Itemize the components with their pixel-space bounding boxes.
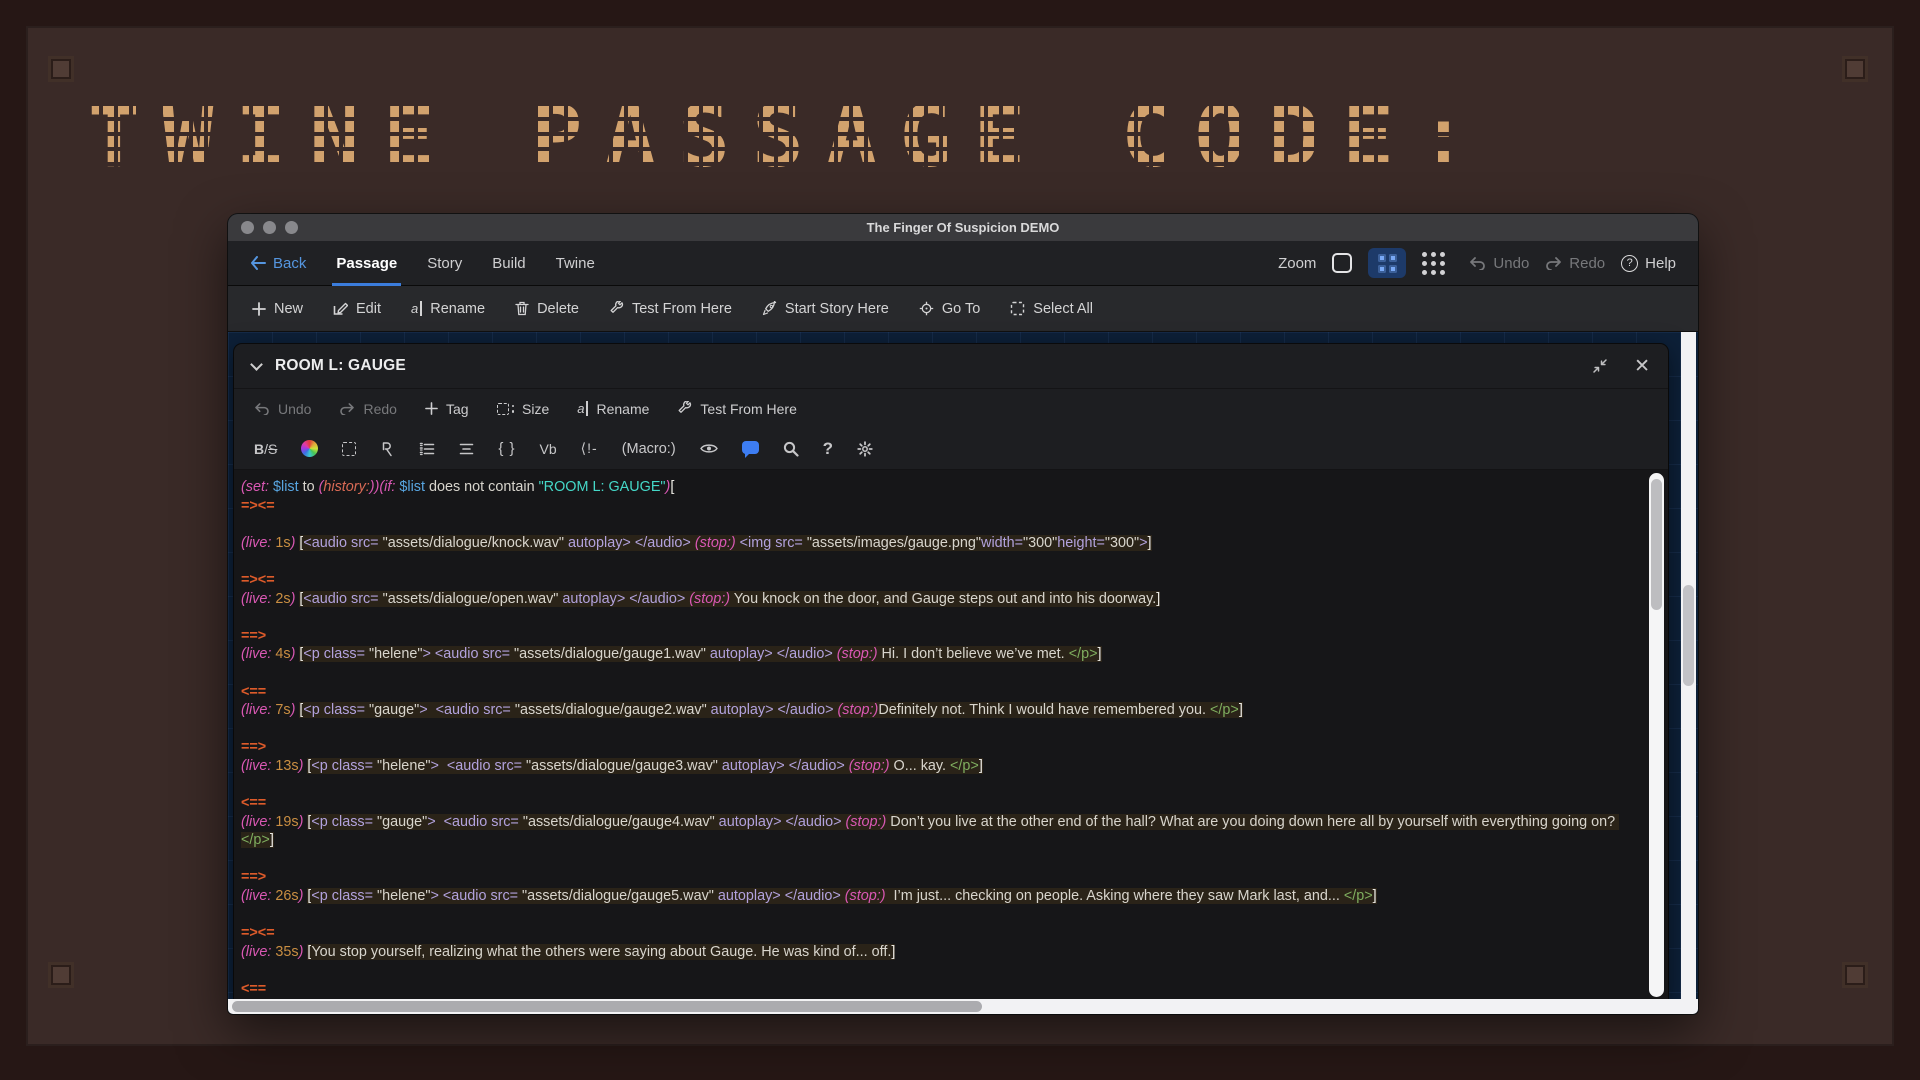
border-box-icon[interactable]: [342, 442, 356, 456]
undo-icon: [254, 403, 270, 415]
frame-ornament: [1842, 962, 1868, 988]
add-tag-button[interactable]: Tag: [425, 401, 469, 417]
passage-actions-toolbar: New Edit a Rename Delete Test From Here …: [228, 286, 1698, 332]
tab-build[interactable]: Build: [492, 241, 525, 286]
collapse-whitespace-button[interactable]: { }: [498, 440, 515, 457]
window-title: The Finger Of Suspicion DEMO: [228, 220, 1698, 235]
frame-ornament: [48, 962, 74, 988]
help-icon: ?: [1621, 255, 1638, 272]
tab-passage[interactable]: Passage: [336, 241, 397, 286]
story-map-background: ROOM L: GAUGE ✕ Undo Redo: [228, 332, 1698, 1014]
main-menubar: Back Passage Story Build Twine Zoom Undo: [228, 241, 1698, 286]
zoom-label: Zoom: [1278, 255, 1316, 272]
window-titlebar: The Finger Of Suspicion DEMO: [228, 214, 1698, 241]
frame-ornament: [1842, 56, 1868, 82]
code-area[interactable]: (set: $list to (history:))(if: $list doe…: [234, 470, 1642, 1001]
zoom-dots-button[interactable]: [1422, 252, 1445, 275]
editor-redo-button[interactable]: Redo: [339, 401, 396, 417]
start-story-here-button[interactable]: Start Story Here: [762, 301, 889, 317]
color-wheel-icon[interactable]: [301, 440, 318, 457]
page-title: TWINE PASSAGE CODE:: [88, 82, 1688, 192]
redo-button[interactable]: Redo: [1545, 255, 1605, 272]
pencil-icon: [333, 301, 348, 316]
hook-link-icon[interactable]: [380, 441, 395, 457]
new-button[interactable]: New: [252, 301, 303, 317]
redo-icon: [339, 403, 355, 415]
editor-undo-button[interactable]: Undo: [254, 401, 311, 417]
twine-window: The Finger Of Suspicion DEMO Back Passag…: [228, 214, 1698, 1014]
eye-icon[interactable]: [700, 442, 718, 455]
window-horizontal-scrollbar[interactable]: [228, 999, 1698, 1014]
zoom-grid-button-active[interactable]: [1368, 248, 1406, 278]
edit-button[interactable]: Edit: [333, 301, 381, 317]
editor-scrollbar[interactable]: [1649, 473, 1664, 997]
target-icon: [919, 301, 934, 316]
frame-ornament: [48, 56, 74, 82]
editor-test-from-here-button[interactable]: Test From Here: [677, 401, 796, 417]
tab-twine[interactable]: Twine: [556, 241, 595, 286]
delete-button[interactable]: Delete: [515, 301, 579, 317]
verbatim-button[interactable]: Vb: [540, 441, 557, 457]
undo-icon: [1469, 257, 1486, 270]
wrench-icon: [609, 301, 624, 316]
numbered-list-icon[interactable]: [419, 442, 435, 456]
rename-icon: a: [411, 301, 422, 316]
close-icon[interactable]: ✕: [1634, 357, 1650, 376]
trash-icon: [515, 301, 529, 316]
select-all-button[interactable]: Select All: [1010, 301, 1093, 317]
format-toolbar: B/S { } Vb ⟨!- (Macro:) ?: [234, 428, 1668, 470]
comment-bubble-icon[interactable]: [742, 441, 759, 454]
passage-title: ROOM L: GAUGE: [275, 357, 406, 375]
passage-editor-header: ROOM L: GAUGE ✕: [234, 344, 1668, 388]
editor-rename-button[interactable]: a Rename: [577, 401, 649, 417]
search-icon[interactable]: [783, 441, 799, 457]
go-to-button[interactable]: Go To: [919, 301, 980, 317]
passage-editor-panel: ROOM L: GAUGE ✕ Undo Redo: [234, 344, 1668, 1001]
wrench-icon: [677, 401, 692, 416]
redo-icon: [1545, 257, 1562, 270]
test-from-here-button[interactable]: Test From Here: [609, 301, 732, 317]
plus-icon: [252, 302, 266, 316]
window-vertical-scrollbar[interactable]: [1681, 332, 1696, 999]
size-icon: [497, 403, 515, 415]
plus-icon: [425, 402, 438, 415]
chevron-down-icon[interactable]: [250, 358, 263, 371]
selection-box-icon: [1010, 301, 1025, 316]
macro-button[interactable]: (Macro:): [622, 441, 676, 457]
window-vertical-scrollbar-thumb[interactable]: [1683, 585, 1694, 685]
text-style-button[interactable]: B/S: [254, 441, 277, 457]
code-editor-wrap: (set: $list to (history:))(if: $list doe…: [234, 470, 1668, 1001]
window-horizontal-scrollbar-thumb[interactable]: [232, 1001, 982, 1012]
comment-button[interactable]: ⟨!-: [581, 440, 598, 457]
gear-icon[interactable]: [857, 441, 873, 457]
align-center-icon[interactable]: [459, 442, 474, 456]
help-button[interactable]: ? Help: [1621, 255, 1676, 272]
rename-icon: a: [577, 401, 588, 416]
size-button[interactable]: Size: [497, 401, 550, 417]
editor-scrollbar-thumb[interactable]: [1651, 479, 1662, 610]
collapse-icon[interactable]: [1592, 358, 1608, 374]
tab-story[interactable]: Story: [427, 241, 462, 286]
passage-editor-toolbar: Undo Redo Tag Size a: [234, 388, 1668, 428]
back-arrow-icon: [250, 256, 266, 270]
zoom-square-button[interactable]: [1332, 253, 1352, 273]
rocket-icon: [762, 301, 777, 316]
rename-button[interactable]: a Rename: [411, 301, 485, 317]
screenshot-stage: TWINE PASSAGE CODE: The Finger Of Suspic…: [0, 0, 1920, 1080]
undo-button[interactable]: Undo: [1469, 255, 1529, 272]
help-question-button[interactable]: ?: [823, 439, 833, 459]
back-button[interactable]: Back: [250, 255, 306, 272]
